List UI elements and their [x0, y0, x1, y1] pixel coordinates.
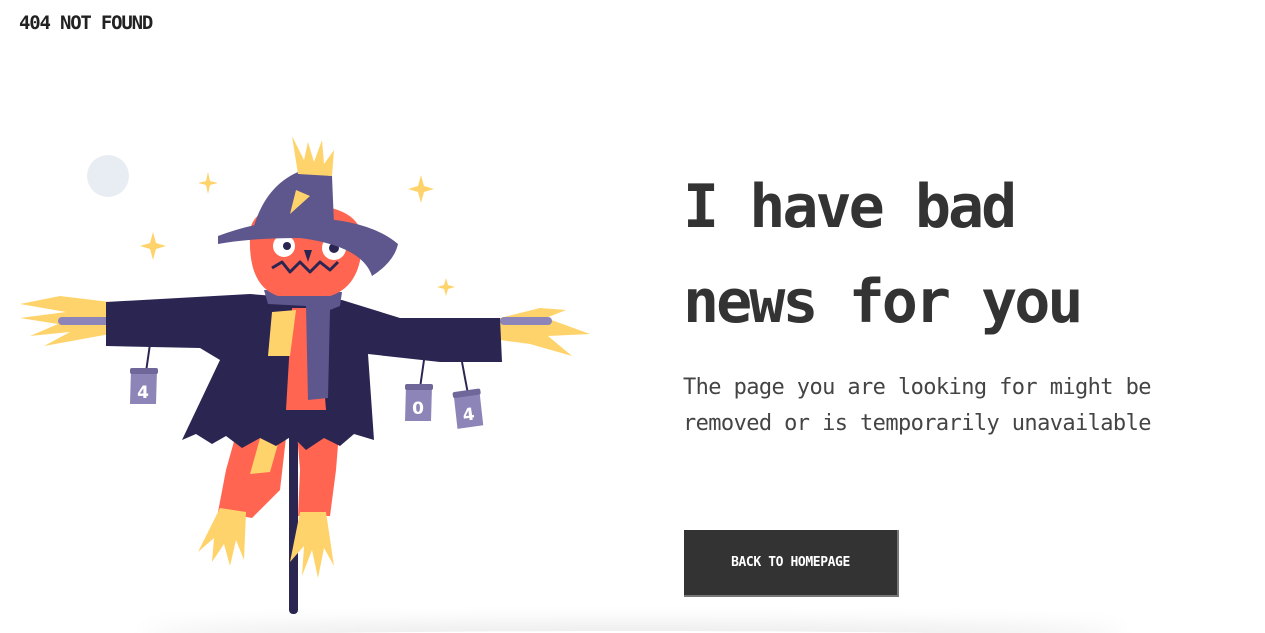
back-to-homepage-button[interactable]: BACK TO HOMEPAGE [684, 530, 899, 597]
error-description: The page you are looking for might be re… [683, 375, 1151, 436]
can-left: 4 [130, 368, 158, 404]
sparkle-icon [140, 232, 166, 260]
can-label: 0 [412, 399, 424, 419]
scarecrow-illustration: 4 0 4 [20, 136, 590, 614]
hat-straw [292, 136, 334, 176]
right-arm-rod [500, 317, 552, 325]
sparkle-icon [437, 278, 455, 296]
right-straw-hand [500, 308, 590, 356]
can-label: 4 [137, 383, 149, 403]
left-arm-rod [58, 317, 113, 325]
error-content: I have bad news for you The page you are… [683, 160, 1243, 442]
sparkle-icon [408, 175, 434, 203]
can-middle: 0 [405, 384, 433, 421]
page: 404 NOT FOUND 4 0 4 I have bad news for … [0, 0, 1265, 633]
page-title: I have bad news for you [683, 172, 1083, 337]
moon-icon [87, 155, 129, 197]
site-brand: 404 NOT FOUND [19, 12, 153, 34]
left-foot-straw [198, 508, 246, 566]
can-right: 4 [452, 388, 484, 429]
sparkle-icon [198, 172, 218, 194]
